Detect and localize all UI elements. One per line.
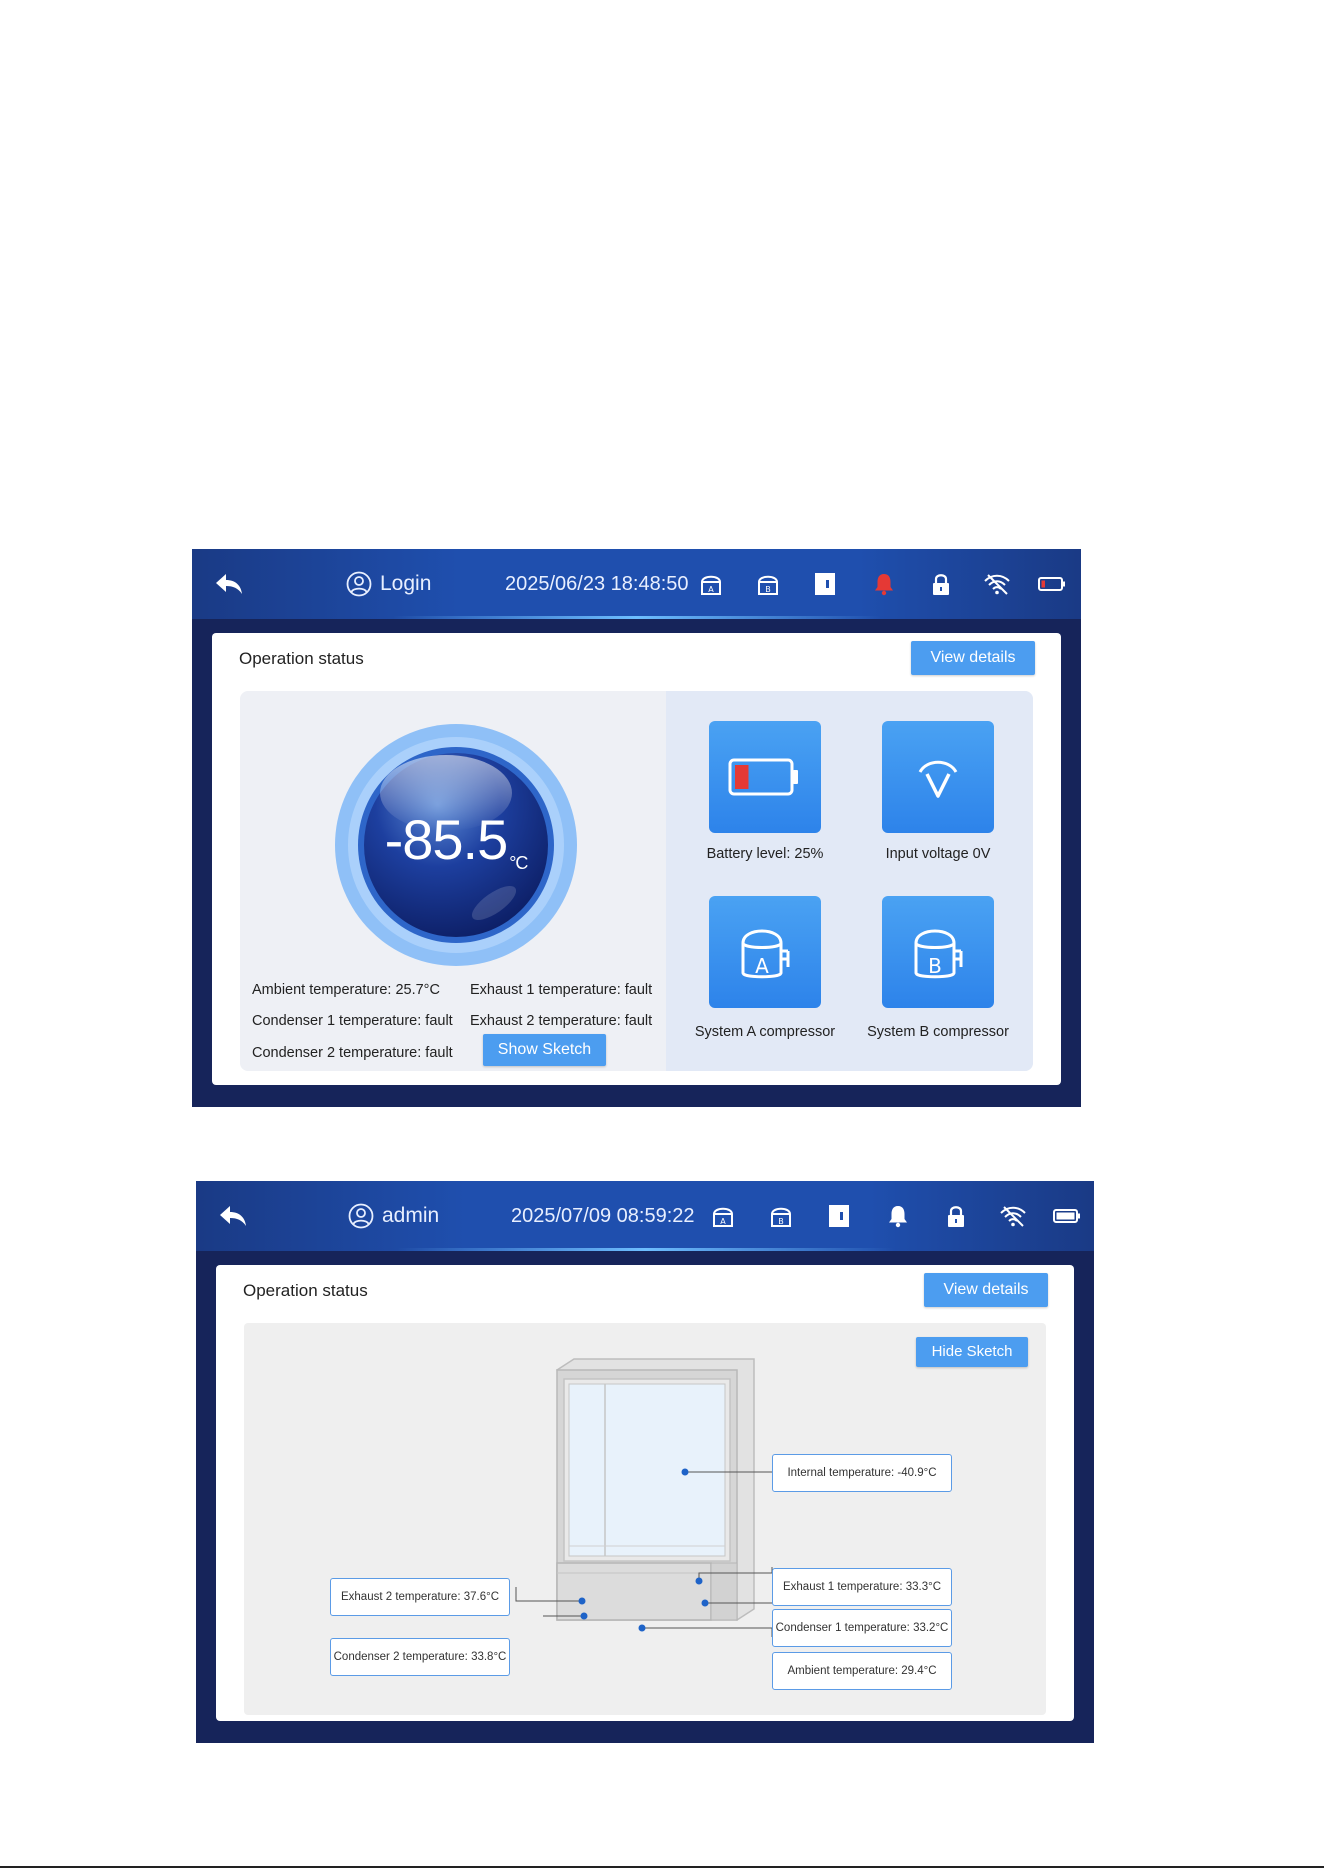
user-icon bbox=[346, 571, 372, 597]
exhaust2-temperature-readout: Exhaust 2 temperature: fault bbox=[470, 1013, 653, 1029]
panel-title: Operation status bbox=[239, 649, 364, 668]
datetime: 2025/06/23 18:48:50 bbox=[505, 572, 689, 595]
temperature-unit: °C bbox=[509, 853, 528, 873]
machine-compartment bbox=[556, 1562, 712, 1621]
view-details-button[interactable]: View details bbox=[924, 1273, 1048, 1307]
user-label: admin bbox=[382, 1204, 440, 1227]
letter-a: A bbox=[755, 954, 769, 978]
condenser2-sensor-point bbox=[580, 1612, 588, 1620]
exhaust1-sensor-point bbox=[695, 1577, 703, 1585]
exhaust2-temperature-callout: Exhaust 2 temperature: 37.6°C bbox=[330, 1578, 510, 1616]
back-arrow-icon bbox=[216, 574, 242, 594]
page-footer-rule bbox=[0, 1866, 1324, 1868]
lock-status[interactable] bbox=[930, 549, 952, 619]
temperature-number: -85.5 bbox=[384, 808, 509, 871]
wifi-status[interactable] bbox=[998, 1181, 1028, 1251]
compressor-b-icon: B bbox=[771, 1207, 791, 1227]
view-details-button[interactable]: View details bbox=[911, 641, 1035, 675]
exhaust1-temperature-callout: Exhaust 1 temperature: 33.3°C bbox=[772, 1568, 952, 1606]
screen-admin-sketch: admin 2025/07/09 08:59:22 A B Operation … bbox=[196, 1181, 1094, 1743]
battery-full-icon bbox=[1053, 1209, 1080, 1223]
alarm-status[interactable] bbox=[887, 1181, 909, 1251]
user-icon bbox=[348, 1203, 374, 1229]
wifi-off-icon bbox=[984, 574, 1010, 595]
user-admin[interactable]: admin bbox=[348, 1181, 439, 1251]
panel-title: Operation status bbox=[243, 1281, 368, 1300]
door-icon bbox=[815, 573, 835, 595]
compressor-b-status[interactable]: B bbox=[768, 1181, 794, 1251]
system-b-compressor-label: System B compressor bbox=[867, 1024, 1009, 1040]
ambient-temperature-readout: Ambient temperature: 25.7°C bbox=[252, 982, 440, 998]
bell-icon bbox=[889, 1206, 907, 1228]
battery-status[interactable] bbox=[1038, 549, 1066, 619]
door-status[interactable] bbox=[814, 549, 836, 619]
door-status[interactable] bbox=[828, 1181, 850, 1251]
exhaust1-temperature-readout: Exhaust 1 temperature: fault bbox=[470, 982, 653, 998]
temperature-gauge: -85.5 °C bbox=[334, 723, 578, 967]
ambient-sensor-point bbox=[638, 1624, 646, 1632]
wifi-status[interactable] bbox=[982, 549, 1012, 619]
svg-text:B: B bbox=[765, 585, 771, 594]
voltage-tile[interactable] bbox=[882, 721, 994, 833]
svg-text:A: A bbox=[708, 585, 714, 594]
freezer-sketch-area: Hide Sketch Internal temperature: -40.9°… bbox=[244, 1323, 1046, 1715]
wifi-off-icon bbox=[1000, 1206, 1026, 1227]
back-button[interactable] bbox=[218, 1181, 248, 1251]
svg-text:B: B bbox=[778, 1217, 784, 1226]
voltage-icon bbox=[918, 760, 958, 798]
show-sketch-button[interactable]: Show Sketch bbox=[483, 1034, 606, 1066]
condenser2-temperature-readout: Condenser 2 temperature: fault bbox=[252, 1045, 453, 1061]
compressor-a-tile[interactable]: A bbox=[709, 896, 821, 1008]
operation-status-panel: Operation status View details -85.5 °C A… bbox=[212, 633, 1061, 1085]
glass-door bbox=[568, 1383, 726, 1557]
user-label: Login bbox=[380, 572, 432, 595]
system-a-compressor-label: System A compressor bbox=[694, 1024, 836, 1040]
compressor-a-status[interactable]: A bbox=[710, 1181, 736, 1251]
internal-sensor-point bbox=[681, 1468, 689, 1476]
battery-status[interactable] bbox=[1053, 1181, 1081, 1251]
top-bar: Login 2025/06/23 18:48:50 A B bbox=[192, 549, 1081, 619]
ambient-temperature-callout: Ambient temperature: 29.4°C bbox=[772, 1652, 952, 1690]
lock-icon bbox=[948, 1206, 964, 1227]
top-bar: admin 2025/07/09 08:59:22 A B bbox=[196, 1181, 1094, 1251]
compressor-a-icon: A bbox=[701, 575, 721, 595]
datetime: 2025/07/09 08:59:22 bbox=[511, 1204, 695, 1227]
compressor-b-tile[interactable]: B bbox=[882, 896, 994, 1008]
condenser2-temperature-callout: Condenser 2 temperature: 33.8°C bbox=[330, 1638, 510, 1676]
compressor-a-icon: A bbox=[713, 1207, 733, 1227]
door-icon bbox=[829, 1205, 849, 1227]
lock-icon bbox=[933, 574, 949, 595]
status-area: -85.5 °C Ambient temperature: 25.7°C Exha… bbox=[240, 691, 1033, 1071]
alarm-status[interactable] bbox=[873, 549, 895, 619]
user-login[interactable]: Login bbox=[346, 549, 431, 619]
compressor-b-icon: B bbox=[914, 929, 963, 979]
compressor-b-status[interactable]: B bbox=[755, 549, 781, 619]
condenser1-temperature-callout: Condenser 1 temperature: 33.2°C bbox=[772, 1609, 952, 1647]
compressor-a-icon: A bbox=[741, 929, 790, 979]
battery-icon bbox=[728, 758, 798, 796]
operation-status-panel: Operation status View details Hide Sketc… bbox=[216, 1265, 1074, 1721]
exhaust2-sensor-point bbox=[578, 1597, 586, 1605]
back-button[interactable] bbox=[214, 549, 244, 619]
bell-icon bbox=[875, 574, 893, 596]
compressor-b-icon: B bbox=[758, 575, 778, 595]
svg-text:A: A bbox=[720, 1217, 726, 1226]
input-voltage-label: Input voltage 0V bbox=[885, 846, 991, 862]
condenser1-temperature-readout: Condenser 1 temperature: fault bbox=[252, 1013, 453, 1029]
battery-low-icon bbox=[1038, 577, 1065, 591]
compressor-a-status[interactable]: A bbox=[698, 549, 724, 619]
condenser1-sensor-point bbox=[701, 1599, 709, 1607]
back-arrow-icon bbox=[220, 1206, 246, 1226]
internal-temperature-value: -85.5 °C bbox=[334, 807, 578, 874]
lock-status[interactable] bbox=[945, 1181, 967, 1251]
screen-login: Login 2025/06/23 18:48:50 A B Operation … bbox=[192, 549, 1081, 1107]
battery-tile[interactable] bbox=[709, 721, 821, 833]
battery-level-label: Battery level: 25% bbox=[706, 846, 824, 862]
letter-b: B bbox=[928, 954, 942, 978]
internal-temperature-callout: Internal temperature: -40.9°C bbox=[772, 1454, 952, 1492]
